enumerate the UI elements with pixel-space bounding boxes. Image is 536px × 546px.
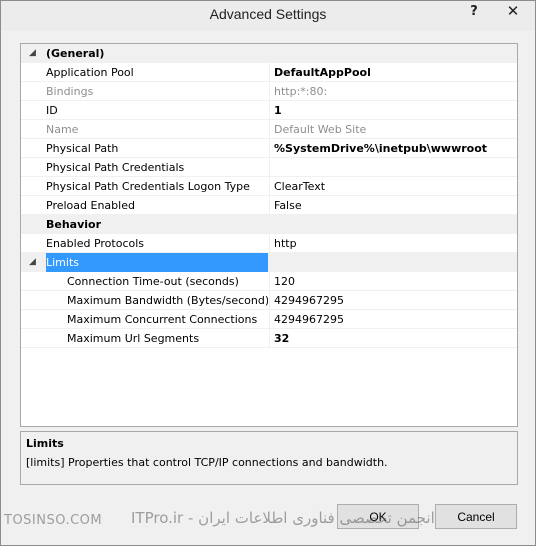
property-name: Preload Enabled	[46, 199, 135, 212]
property-name: Physical Path Credentials	[46, 161, 185, 174]
property-name: Maximum Url Segments	[67, 332, 200, 345]
advanced-settings-dialog: Advanced Settings ? ✕ ◢ (General) Applic…	[0, 0, 536, 546]
property-grid[interactable]: ◢ (General) Application Pool DefaultAppP…	[20, 43, 518, 427]
property-row-max-concurrent-connections[interactable]: Maximum Concurrent Connections 429496729…	[21, 310, 517, 329]
property-name: ID	[46, 104, 58, 117]
property-value[interactable]	[269, 158, 517, 177]
close-button[interactable]: ✕	[491, 1, 535, 21]
property-row-preload-enabled[interactable]: Preload Enabled False	[21, 196, 517, 215]
title-bar: Advanced Settings ? ✕	[1, 1, 535, 31]
property-value[interactable]: Default Web Site	[269, 120, 517, 139]
property-value[interactable]: http	[269, 234, 517, 253]
property-value[interactable]: ClearText	[269, 177, 517, 196]
property-row-physical-path-credentials[interactable]: Physical Path Credentials	[21, 158, 517, 177]
property-row-application-pool[interactable]: Application Pool DefaultAppPool	[21, 63, 517, 82]
property-row-bindings[interactable]: Bindings http:*:80:	[21, 82, 517, 101]
property-value[interactable]: False	[269, 196, 517, 215]
property-row-id[interactable]: ID 1	[21, 101, 517, 120]
property-value[interactable]	[269, 253, 517, 272]
ok-button[interactable]: OK	[337, 504, 419, 529]
property-value[interactable]: http:*:80:	[269, 82, 517, 101]
cancel-button[interactable]: Cancel	[435, 504, 517, 529]
category-general[interactable]: ◢ (General)	[21, 44, 517, 63]
property-row-logon-type[interactable]: Physical Path Credentials Logon Type Cle…	[21, 177, 517, 196]
property-name: Name	[46, 123, 79, 136]
dialog-title: Advanced Settings	[209, 6, 327, 22]
property-name: Physical Path Credentials Logon Type	[46, 180, 250, 193]
description-text: [limits] Properties that control TCP/IP …	[26, 456, 388, 469]
property-name: Maximum Concurrent Connections	[67, 313, 258, 326]
property-row-connection-timeout[interactable]: Connection Time-out (seconds) 120	[21, 272, 517, 291]
property-value[interactable]: 1	[269, 101, 517, 120]
property-name: Enabled Protocols	[46, 237, 145, 250]
property-name: Physical Path	[46, 142, 119, 155]
property-name: Application Pool	[46, 66, 134, 79]
property-value[interactable]: DefaultAppPool	[269, 63, 517, 82]
collapse-arrow-icon[interactable]: ◢	[29, 44, 36, 63]
property-row-max-url-segments[interactable]: Maximum Url Segments 32	[21, 329, 517, 348]
category-label: (General)	[46, 47, 105, 60]
property-row-name[interactable]: Name Default Web Site	[21, 120, 517, 139]
description-title: Limits	[26, 437, 64, 450]
property-row-enabled-protocols[interactable]: Enabled Protocols http	[21, 234, 517, 253]
collapse-arrow-icon[interactable]: ◢	[29, 253, 36, 272]
property-name: Limits	[46, 253, 268, 272]
watermark-left: TOSINSO.COM	[4, 513, 103, 528]
category-behavior[interactable]: Behavior	[21, 215, 517, 234]
description-panel: Limits [limits] Properties that control …	[20, 431, 518, 485]
property-value[interactable]: %SystemDrive%\inetpub\wwwroot	[269, 139, 517, 158]
property-row-limits[interactable]: ◢ Limits	[21, 253, 517, 272]
property-value[interactable]: 120	[269, 272, 517, 291]
property-value[interactable]: 4294967295	[269, 291, 517, 310]
property-row-max-bandwidth[interactable]: Maximum Bandwidth (Bytes/second) 4294967…	[21, 291, 517, 310]
property-name: Connection Time-out (seconds)	[67, 275, 239, 288]
property-row-physical-path[interactable]: Physical Path %SystemDrive%\inetpub\wwwr…	[21, 139, 517, 158]
property-value[interactable]: 32	[269, 329, 517, 348]
help-button[interactable]: ?	[459, 1, 489, 21]
property-name: Maximum Bandwidth (Bytes/second)	[67, 294, 268, 307]
property-value[interactable]: 4294967295	[269, 310, 517, 329]
property-name: Bindings	[46, 85, 94, 98]
category-label: Behavior	[46, 218, 102, 231]
